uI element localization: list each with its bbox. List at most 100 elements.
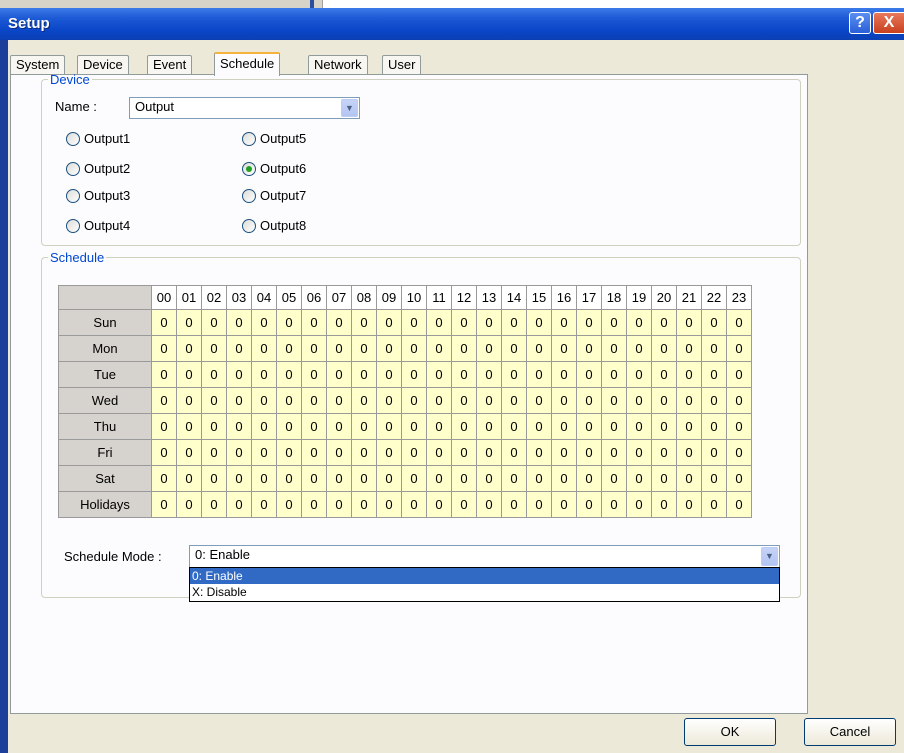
schedule-cell[interactable]: 0 <box>476 439 502 466</box>
schedule-cell[interactable]: 0 <box>326 465 352 492</box>
schedule-cell[interactable]: 0 <box>601 309 627 336</box>
schedule-cell[interactable]: 0 <box>301 361 327 388</box>
radio-circle-selected[interactable] <box>242 161 256 176</box>
schedule-cell[interactable]: 0 <box>276 439 302 466</box>
schedule-cell[interactable]: 0 <box>201 387 227 414</box>
schedule-cell[interactable]: 0 <box>201 491 227 518</box>
schedule-cell[interactable]: 0 <box>476 491 502 518</box>
schedule-cell[interactable]: 0 <box>651 387 677 414</box>
schedule-cell[interactable]: 0 <box>676 491 702 518</box>
schedule-cell[interactable]: 0 <box>351 465 377 492</box>
dropdown-option-enable[interactable]: 0: Enable <box>190 568 779 584</box>
schedule-cell[interactable]: 0 <box>601 491 627 518</box>
cancel-button[interactable]: Cancel <box>804 718 896 746</box>
schedule-cell[interactable]: 0 <box>401 335 427 362</box>
schedule-cell[interactable]: 0 <box>201 465 227 492</box>
schedule-cell[interactable]: 0 <box>301 309 327 336</box>
schedule-cell[interactable]: 0 <box>301 413 327 440</box>
schedule-cell[interactable]: 0 <box>226 309 252 336</box>
schedule-cell[interactable]: 0 <box>276 309 302 336</box>
schedule-cell[interactable]: 0 <box>301 491 327 518</box>
schedule-cell[interactable]: 0 <box>476 387 502 414</box>
schedule-cell[interactable]: 0 <box>551 491 577 518</box>
schedule-cell[interactable]: 0 <box>351 309 377 336</box>
schedule-cell[interactable]: 0 <box>326 413 352 440</box>
schedule-cell[interactable]: 0 <box>501 465 527 492</box>
schedule-cell[interactable]: 0 <box>676 361 702 388</box>
schedule-cell[interactable]: 0 <box>726 309 752 336</box>
radio-circle[interactable] <box>242 218 256 233</box>
radio-output1[interactable]: Output1 <box>66 131 130 146</box>
schedule-cell[interactable]: 0 <box>326 335 352 362</box>
radio-circle[interactable] <box>66 188 80 203</box>
schedule-cell[interactable]: 0 <box>626 413 652 440</box>
schedule-cell[interactable]: 0 <box>251 309 277 336</box>
schedule-cell[interactable]: 0 <box>176 465 202 492</box>
schedule-cell[interactable]: 0 <box>151 309 177 336</box>
schedule-cell[interactable]: 0 <box>676 387 702 414</box>
schedule-cell[interactable]: 0 <box>201 309 227 336</box>
schedule-cell[interactable]: 0 <box>401 439 427 466</box>
schedule-cell[interactable]: 0 <box>226 465 252 492</box>
schedule-cell[interactable]: 0 <box>726 361 752 388</box>
schedule-cell[interactable]: 0 <box>526 387 552 414</box>
schedule-cell[interactable]: 0 <box>401 361 427 388</box>
schedule-cell[interactable]: 0 <box>601 335 627 362</box>
radio-circle[interactable] <box>66 131 80 146</box>
schedule-cell[interactable]: 0 <box>176 413 202 440</box>
schedule-cell[interactable]: 0 <box>526 491 552 518</box>
schedule-cell[interactable]: 0 <box>351 335 377 362</box>
schedule-cell[interactable]: 0 <box>626 335 652 362</box>
schedule-cell[interactable]: 0 <box>401 413 427 440</box>
schedule-cell[interactable]: 0 <box>151 335 177 362</box>
radio-output6[interactable]: Output6 <box>242 161 306 176</box>
schedule-cell[interactable]: 0 <box>426 309 452 336</box>
schedule-cell[interactable]: 0 <box>676 309 702 336</box>
schedule-cell[interactable]: 0 <box>326 439 352 466</box>
schedule-cell[interactable]: 0 <box>526 413 552 440</box>
schedule-cell[interactable]: 0 <box>701 309 727 336</box>
schedule-cell[interactable]: 0 <box>251 491 277 518</box>
schedule-cell[interactable]: 0 <box>276 387 302 414</box>
schedule-cell[interactable]: 0 <box>576 335 602 362</box>
schedule-cell[interactable]: 0 <box>726 465 752 492</box>
schedule-cell[interactable]: 0 <box>176 361 202 388</box>
schedule-cell[interactable]: 0 <box>351 413 377 440</box>
schedule-cell[interactable]: 0 <box>551 361 577 388</box>
schedule-cell[interactable]: 0 <box>226 413 252 440</box>
schedule-cell[interactable]: 0 <box>326 309 352 336</box>
schedule-cell[interactable]: 0 <box>401 465 427 492</box>
schedule-cell[interactable]: 0 <box>476 413 502 440</box>
schedule-cell[interactable]: 0 <box>701 387 727 414</box>
schedule-cell[interactable]: 0 <box>401 387 427 414</box>
radio-output3[interactable]: Output3 <box>66 188 130 203</box>
schedule-cell[interactable]: 0 <box>576 309 602 336</box>
schedule-cell[interactable]: 0 <box>376 465 402 492</box>
schedule-cell[interactable]: 0 <box>451 413 477 440</box>
schedule-cell[interactable]: 0 <box>626 309 652 336</box>
schedule-cell[interactable]: 0 <box>501 335 527 362</box>
schedule-cell[interactable]: 0 <box>726 439 752 466</box>
radio-output5[interactable]: Output5 <box>242 131 306 146</box>
schedule-cell[interactable]: 0 <box>526 309 552 336</box>
schedule-cell[interactable]: 0 <box>551 309 577 336</box>
radio-output8[interactable]: Output8 <box>242 218 306 233</box>
schedule-cell[interactable]: 0 <box>351 491 377 518</box>
schedule-cell[interactable]: 0 <box>151 439 177 466</box>
schedule-cell[interactable]: 0 <box>401 309 427 336</box>
schedule-cell[interactable]: 0 <box>626 387 652 414</box>
schedule-cell[interactable]: 0 <box>376 439 402 466</box>
schedule-cell[interactable]: 0 <box>576 387 602 414</box>
schedule-cell[interactable]: 0 <box>701 413 727 440</box>
schedule-cell[interactable]: 0 <box>351 387 377 414</box>
schedule-cell[interactable]: 0 <box>426 335 452 362</box>
schedule-cell[interactable]: 0 <box>651 335 677 362</box>
schedule-cell[interactable]: 0 <box>476 309 502 336</box>
schedule-cell[interactable]: 0 <box>251 387 277 414</box>
schedule-cell[interactable]: 0 <box>151 413 177 440</box>
schedule-cell[interactable]: 0 <box>476 361 502 388</box>
radio-circle[interactable] <box>242 131 256 146</box>
schedule-cell[interactable]: 0 <box>251 335 277 362</box>
schedule-cell[interactable]: 0 <box>276 335 302 362</box>
schedule-cell[interactable]: 0 <box>551 413 577 440</box>
